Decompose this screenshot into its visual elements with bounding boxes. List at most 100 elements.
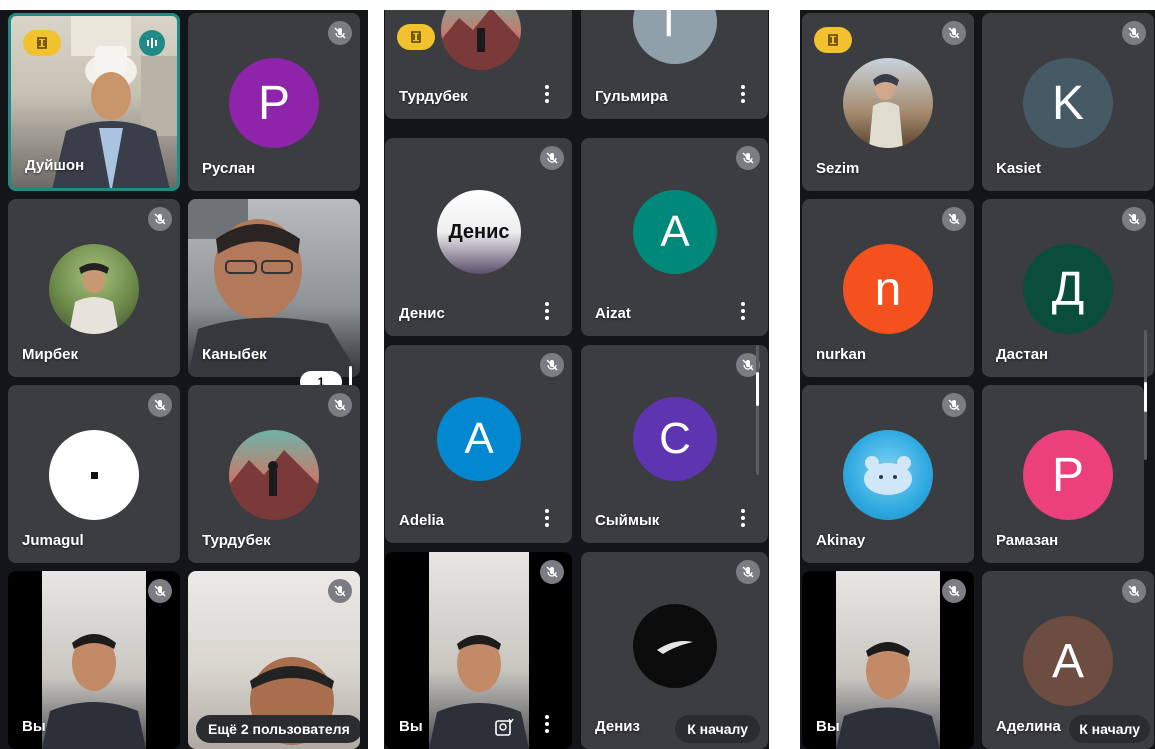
avatar-photo bbox=[49, 430, 139, 520]
mic-off-icon bbox=[1122, 207, 1146, 231]
effects-icon[interactable] bbox=[493, 717, 515, 739]
avatar: A bbox=[1023, 616, 1113, 706]
raised-hand-icon bbox=[814, 27, 852, 53]
more-options-icon[interactable] bbox=[544, 85, 550, 105]
participant-name: Турдубек bbox=[202, 532, 271, 549]
avatar-photo bbox=[229, 430, 319, 520]
mic-off-icon bbox=[540, 560, 564, 584]
scrollbar-thumb[interactable] bbox=[756, 372, 759, 406]
participant-tile-self[interactable]: Вы bbox=[8, 571, 180, 749]
mic-off-icon bbox=[328, 579, 352, 603]
mic-off-icon bbox=[328, 21, 352, 45]
participant-tile-ramazan[interactable]: P Рамазан bbox=[982, 385, 1144, 563]
participant-name: Каныбек bbox=[202, 346, 267, 363]
meet-screen-3: Sezim K Kasiet n nurkan Д Дастан 3 bbox=[800, 10, 1155, 749]
scrollbar-thumb[interactable] bbox=[1144, 382, 1147, 412]
participant-tile-aizat[interactable]: A Aizat bbox=[581, 138, 768, 336]
avatar: n bbox=[843, 244, 933, 334]
participant-tile-adelia[interactable]: A Adelia bbox=[385, 345, 572, 543]
mic-off-icon bbox=[1122, 21, 1146, 45]
mic-off-icon bbox=[540, 353, 564, 377]
meet-screen-2: Турдубек Г Гульмира Денис Денис A Aizat … bbox=[384, 10, 769, 749]
participant-tile-deniz[interactable]: Дениз К началу bbox=[581, 552, 768, 749]
more-options-icon[interactable] bbox=[544, 302, 550, 322]
avatar-photo bbox=[843, 58, 933, 148]
avatar-photo bbox=[843, 430, 933, 520]
participant-tile-kanybek[interactable]: Каныбек bbox=[188, 199, 360, 377]
participant-name: Вы bbox=[816, 718, 840, 735]
participant-tile-nurkan[interactable]: n nurkan bbox=[802, 199, 974, 377]
participant-name: Kasiet bbox=[996, 160, 1042, 177]
participant-tile-ruslan[interactable]: P Руслан bbox=[188, 13, 360, 191]
participant-name: Aizat bbox=[595, 305, 631, 322]
participant-name: Adelia bbox=[399, 512, 445, 529]
mic-off-icon bbox=[148, 393, 172, 417]
mic-off-icon bbox=[540, 146, 564, 170]
participant-name: Сыймык bbox=[595, 512, 660, 529]
participant-name: Вы bbox=[399, 718, 423, 735]
participant-tile-mirbek[interactable]: Мирбек bbox=[8, 199, 180, 377]
participant-tile-turdubek[interactable]: Турдубек bbox=[385, 10, 572, 119]
participant-name: Вы bbox=[22, 718, 46, 735]
avatar-text: Денис bbox=[448, 220, 510, 243]
participant-tile-dastan[interactable]: Д Дастан bbox=[982, 199, 1154, 377]
participant-name: Турдубек bbox=[399, 88, 468, 105]
avatar: A bbox=[437, 397, 521, 481]
participant-name: Мирбек bbox=[22, 346, 78, 363]
participant-name: Руслан bbox=[202, 160, 256, 177]
speaking-indicator-icon bbox=[139, 30, 165, 56]
avatar-photo bbox=[441, 10, 521, 70]
avatar: P bbox=[229, 58, 319, 148]
participant-tile-gulmira[interactable]: Г Гульмира bbox=[581, 10, 768, 119]
back-to-start-button[interactable]: К началу bbox=[1069, 715, 1150, 743]
avatar: Г bbox=[633, 10, 717, 64]
participant-name: Jumagul bbox=[22, 532, 84, 549]
mic-off-icon bbox=[942, 393, 966, 417]
participant-tile-turdubek[interactable]: Турдубек bbox=[188, 385, 360, 563]
participant-name: nurkan bbox=[816, 346, 867, 363]
participant-name: Гульмира bbox=[595, 88, 668, 105]
mic-off-icon bbox=[1122, 579, 1146, 603]
participant-tile-kasiet[interactable]: K Kasiet bbox=[982, 13, 1154, 191]
raised-hand-icon bbox=[23, 30, 61, 56]
video-feed bbox=[42, 571, 146, 749]
participant-tile-sezim[interactable]: Sezim bbox=[802, 13, 974, 191]
video-feed bbox=[836, 571, 940, 749]
avatar: K bbox=[1023, 58, 1113, 148]
raised-hand-icon bbox=[397, 24, 435, 50]
more-options-icon[interactable] bbox=[544, 509, 550, 529]
participant-tile-akinay[interactable]: Akinay bbox=[802, 385, 974, 563]
participant-tile-adelina[interactable]: A Аделина К началу bbox=[982, 571, 1154, 749]
more-users-button[interactable]: Ещё 2 пользователя bbox=[196, 715, 360, 743]
meet-screen-1: Дуйшон P Руслан Мирбек Каныбек 1 Jumagul… bbox=[0, 10, 368, 749]
mic-off-icon bbox=[148, 579, 172, 603]
participant-name: Денис bbox=[399, 305, 445, 322]
participant-name: Дуйшон bbox=[25, 157, 85, 174]
mic-off-icon bbox=[736, 146, 760, 170]
mic-off-icon bbox=[328, 393, 352, 417]
participant-tile-syimyk[interactable]: C Сыймык bbox=[581, 345, 768, 543]
more-options-icon[interactable] bbox=[740, 85, 746, 105]
participant-name: Рамазан bbox=[996, 532, 1059, 549]
participant-tile-video[interactable]: Ещё 2 пользователя bbox=[188, 571, 360, 749]
participant-name: Akinay bbox=[816, 532, 866, 549]
participant-tile-denis[interactable]: Денис Денис bbox=[385, 138, 572, 336]
participant-tile-duishon[interactable]: Дуйшон bbox=[8, 13, 180, 191]
participant-name: Аделина bbox=[996, 718, 1061, 735]
scrollbar-track bbox=[756, 345, 759, 475]
participant-name: Дастан bbox=[996, 346, 1049, 363]
mic-off-icon bbox=[148, 207, 172, 231]
avatar: Д bbox=[1023, 244, 1113, 334]
avatar: C bbox=[633, 397, 717, 481]
participant-tile-self[interactable]: Вы bbox=[802, 571, 974, 749]
more-options-icon[interactable] bbox=[544, 715, 550, 735]
back-to-start-button[interactable]: К началу bbox=[675, 715, 760, 743]
more-options-icon[interactable] bbox=[740, 302, 746, 322]
participant-tile-self[interactable]: Вы bbox=[385, 552, 572, 749]
more-options-icon[interactable] bbox=[740, 509, 746, 529]
mic-off-icon bbox=[736, 560, 760, 584]
mic-off-icon bbox=[942, 21, 966, 45]
avatar: P bbox=[1023, 430, 1113, 520]
participant-tile-jumagul[interactable]: Jumagul bbox=[8, 385, 180, 563]
avatar-photo bbox=[49, 244, 139, 334]
